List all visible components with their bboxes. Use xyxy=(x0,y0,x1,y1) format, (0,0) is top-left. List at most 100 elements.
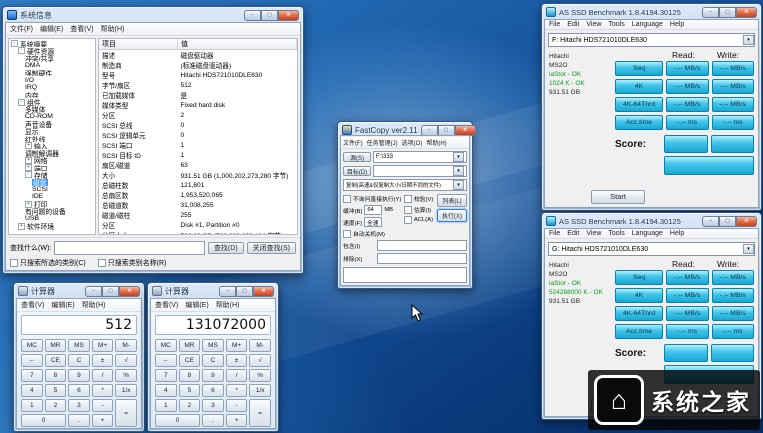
menu-item[interactable]: 帮助(H) xyxy=(216,300,240,310)
calc-key-M-[interactable]: M- xyxy=(249,339,271,352)
calc-key-MR[interactable]: MR xyxy=(179,339,201,352)
calc-key-5[interactable]: 5 xyxy=(179,384,201,397)
table-row[interactable]: SCSI 端口1 xyxy=(99,140,297,150)
tree-item[interactable]: 显示 xyxy=(9,128,95,135)
calc-key-8[interactable]: 8 xyxy=(45,369,67,382)
table-row[interactable]: SCSI 逻辑单元0 xyxy=(99,130,297,140)
menu-item[interactable]: 任务管理(J) xyxy=(367,138,398,147)
calc-key-MR[interactable]: MR xyxy=(45,339,67,352)
close-button[interactable]: ✕ xyxy=(253,286,274,297)
calc-key-←[interactable]: ← xyxy=(21,354,43,367)
tree-item[interactable]: 有问题的设备 xyxy=(9,208,95,215)
chevron-down-icon[interactable]: ▾ xyxy=(453,180,464,190)
tree-expander-icon[interactable]: - xyxy=(25,171,32,178)
calc-key-0[interactable]: 0 xyxy=(21,414,66,427)
calc-key-←[interactable]: ← xyxy=(155,354,177,367)
calc-key-√[interactable]: √ xyxy=(115,354,137,367)
tree-item[interactable]: +网络 xyxy=(9,157,95,164)
calc-key-MC[interactable]: MC xyxy=(21,339,43,352)
calc-key-4[interactable]: 4 xyxy=(155,384,177,397)
menu-item[interactable]: Help xyxy=(670,21,684,28)
tree-expander-icon[interactable]: + xyxy=(18,223,25,230)
tree-item[interactable]: 冲突/共享 xyxy=(9,55,95,62)
table-row[interactable]: 描述磁盘驱动器 xyxy=(99,50,297,61)
maximize-button[interactable]: ▢ xyxy=(236,286,253,297)
tree-item[interactable]: +打印 xyxy=(9,201,95,208)
calc-key-%[interactable]: % xyxy=(115,369,137,382)
bench-test-toggle[interactable]: Acc.time xyxy=(615,324,663,339)
column-header[interactable]: 值 xyxy=(178,39,297,50)
table-row[interactable]: 字节/扇区512 xyxy=(99,80,297,90)
menu-item[interactable]: 查看(V) xyxy=(155,300,178,310)
calc-key-1[interactable]: 1 xyxy=(155,399,177,412)
calc-key-CE[interactable]: CE xyxy=(179,354,201,367)
menu-item[interactable]: 文件(F) xyxy=(343,138,363,147)
table-row[interactable]: 磁道/磁柱255 xyxy=(99,210,297,220)
tree-item[interactable]: 声音设备 xyxy=(9,120,95,127)
chevron-down-icon[interactable]: ▾ xyxy=(743,35,754,45)
tree-expander-icon[interactable]: + xyxy=(25,164,32,171)
bench-test-toggle[interactable]: Acc.time xyxy=(615,115,663,130)
tree-item[interactable]: 磁盘 xyxy=(9,179,95,186)
close-button[interactable]: ✕ xyxy=(736,216,757,227)
tree-item[interactable]: DMA xyxy=(9,62,95,69)
calc-key-.[interactable]: . xyxy=(68,414,90,427)
tree-expander-icon[interactable]: + xyxy=(25,201,32,208)
calc-key-√[interactable]: √ xyxy=(249,354,271,367)
dest-path-combo[interactable]: ▾ xyxy=(373,165,467,177)
tree-item[interactable]: SCSI xyxy=(9,186,95,193)
menu-item[interactable]: Edit xyxy=(567,230,579,237)
minimize-button[interactable]: – xyxy=(85,286,102,297)
calc-key-=[interactable]: = xyxy=(249,399,271,427)
menu-item[interactable]: 帮助(H) xyxy=(426,138,446,147)
tree-item[interactable]: -组件 xyxy=(9,98,95,105)
close-find-button[interactable]: 关闭查找(S) xyxy=(247,242,296,254)
titlebar[interactable]: AS SSD Benchmark 1.8.4194.30125 – ▢ ✕ xyxy=(542,4,761,19)
table-row[interactable]: 型号Hitachi HDS721010DLE630 xyxy=(99,70,297,80)
tree-expander-icon[interactable]: + xyxy=(25,157,32,164)
source-path-combo[interactable]: F:\333 ▾ xyxy=(373,151,467,163)
tree-item[interactable]: +端口 xyxy=(9,164,95,171)
close-button[interactable]: ✕ xyxy=(119,286,140,297)
calc-key-4[interactable]: 4 xyxy=(21,384,43,397)
titlebar[interactable]: 计算器 – ▢ ✕ xyxy=(148,283,278,298)
acl-checkbox[interactable]: ACL(A) xyxy=(404,216,434,224)
buffer-field[interactable]: 64 xyxy=(364,205,382,215)
copy-mode-select[interactable]: 复制(高速&仅复制大小/日期不同的文件) ▾ xyxy=(343,179,467,191)
exclude-filter-input[interactable] xyxy=(377,253,467,264)
search-selected-category-checkbox[interactable]: 只搜索所选的类别(C) xyxy=(10,258,86,268)
tree-item[interactable]: +软件环境 xyxy=(9,222,95,229)
menu-item[interactable]: 编辑(E) xyxy=(51,300,74,310)
calc-key-3[interactable]: 3 xyxy=(202,399,224,412)
calc-key-M+[interactable]: M+ xyxy=(226,339,248,352)
calc-key-+[interactable]: + xyxy=(226,414,248,427)
tree-expander-icon[interactable]: - xyxy=(18,99,25,106)
calc-key-7[interactable]: 7 xyxy=(21,369,43,382)
maximize-button[interactable]: ▢ xyxy=(438,125,455,136)
table-row[interactable]: 分区大小500.00 GB (536,869,863,424 字节) xyxy=(99,230,297,235)
calc-key-±[interactable]: ± xyxy=(92,354,114,367)
close-button[interactable]: ✕ xyxy=(736,7,757,18)
no-confirm-checkbox[interactable]: 不询问直接执行(Y) xyxy=(343,194,401,203)
tree-item[interactable]: 多媒体 xyxy=(9,106,95,113)
calc-key-*[interactable]: * xyxy=(226,384,248,397)
shutdown-checkbox[interactable]: 自动关机(M) xyxy=(343,229,401,238)
verify-checkbox[interactable]: 校验(V) xyxy=(404,194,434,203)
minimize-button[interactable]: – xyxy=(421,125,438,136)
calc-key-MC[interactable]: MC xyxy=(155,339,177,352)
table-row[interactable]: SCSI 目标 ID1 xyxy=(99,150,297,160)
titlebar[interactable]: 计算器 – ▢ ✕ xyxy=(14,283,144,298)
dest-button[interactable]: 目标(D) xyxy=(343,166,371,176)
bench-test-toggle[interactable]: 4K xyxy=(615,288,663,303)
menu-item[interactable]: 查看(V) xyxy=(21,300,44,310)
chevron-down-icon[interactable]: ▾ xyxy=(453,166,464,176)
tree-item[interactable]: CD-ROM xyxy=(9,113,95,120)
tree-item[interactable]: 内存 xyxy=(9,91,95,98)
bench-test-toggle[interactable]: Seq xyxy=(615,61,663,76)
tree-item[interactable]: -系统摘要 xyxy=(9,40,95,47)
speed-select[interactable]: 全速 xyxy=(364,217,382,227)
table-row[interactable]: 分区Disk #1, Partition #0 xyxy=(99,220,297,230)
tree-expander-icon[interactable]: + xyxy=(25,142,32,149)
menu-item[interactable]: 选项(O) xyxy=(402,138,423,147)
calc-key-MS[interactable]: MS xyxy=(68,339,90,352)
